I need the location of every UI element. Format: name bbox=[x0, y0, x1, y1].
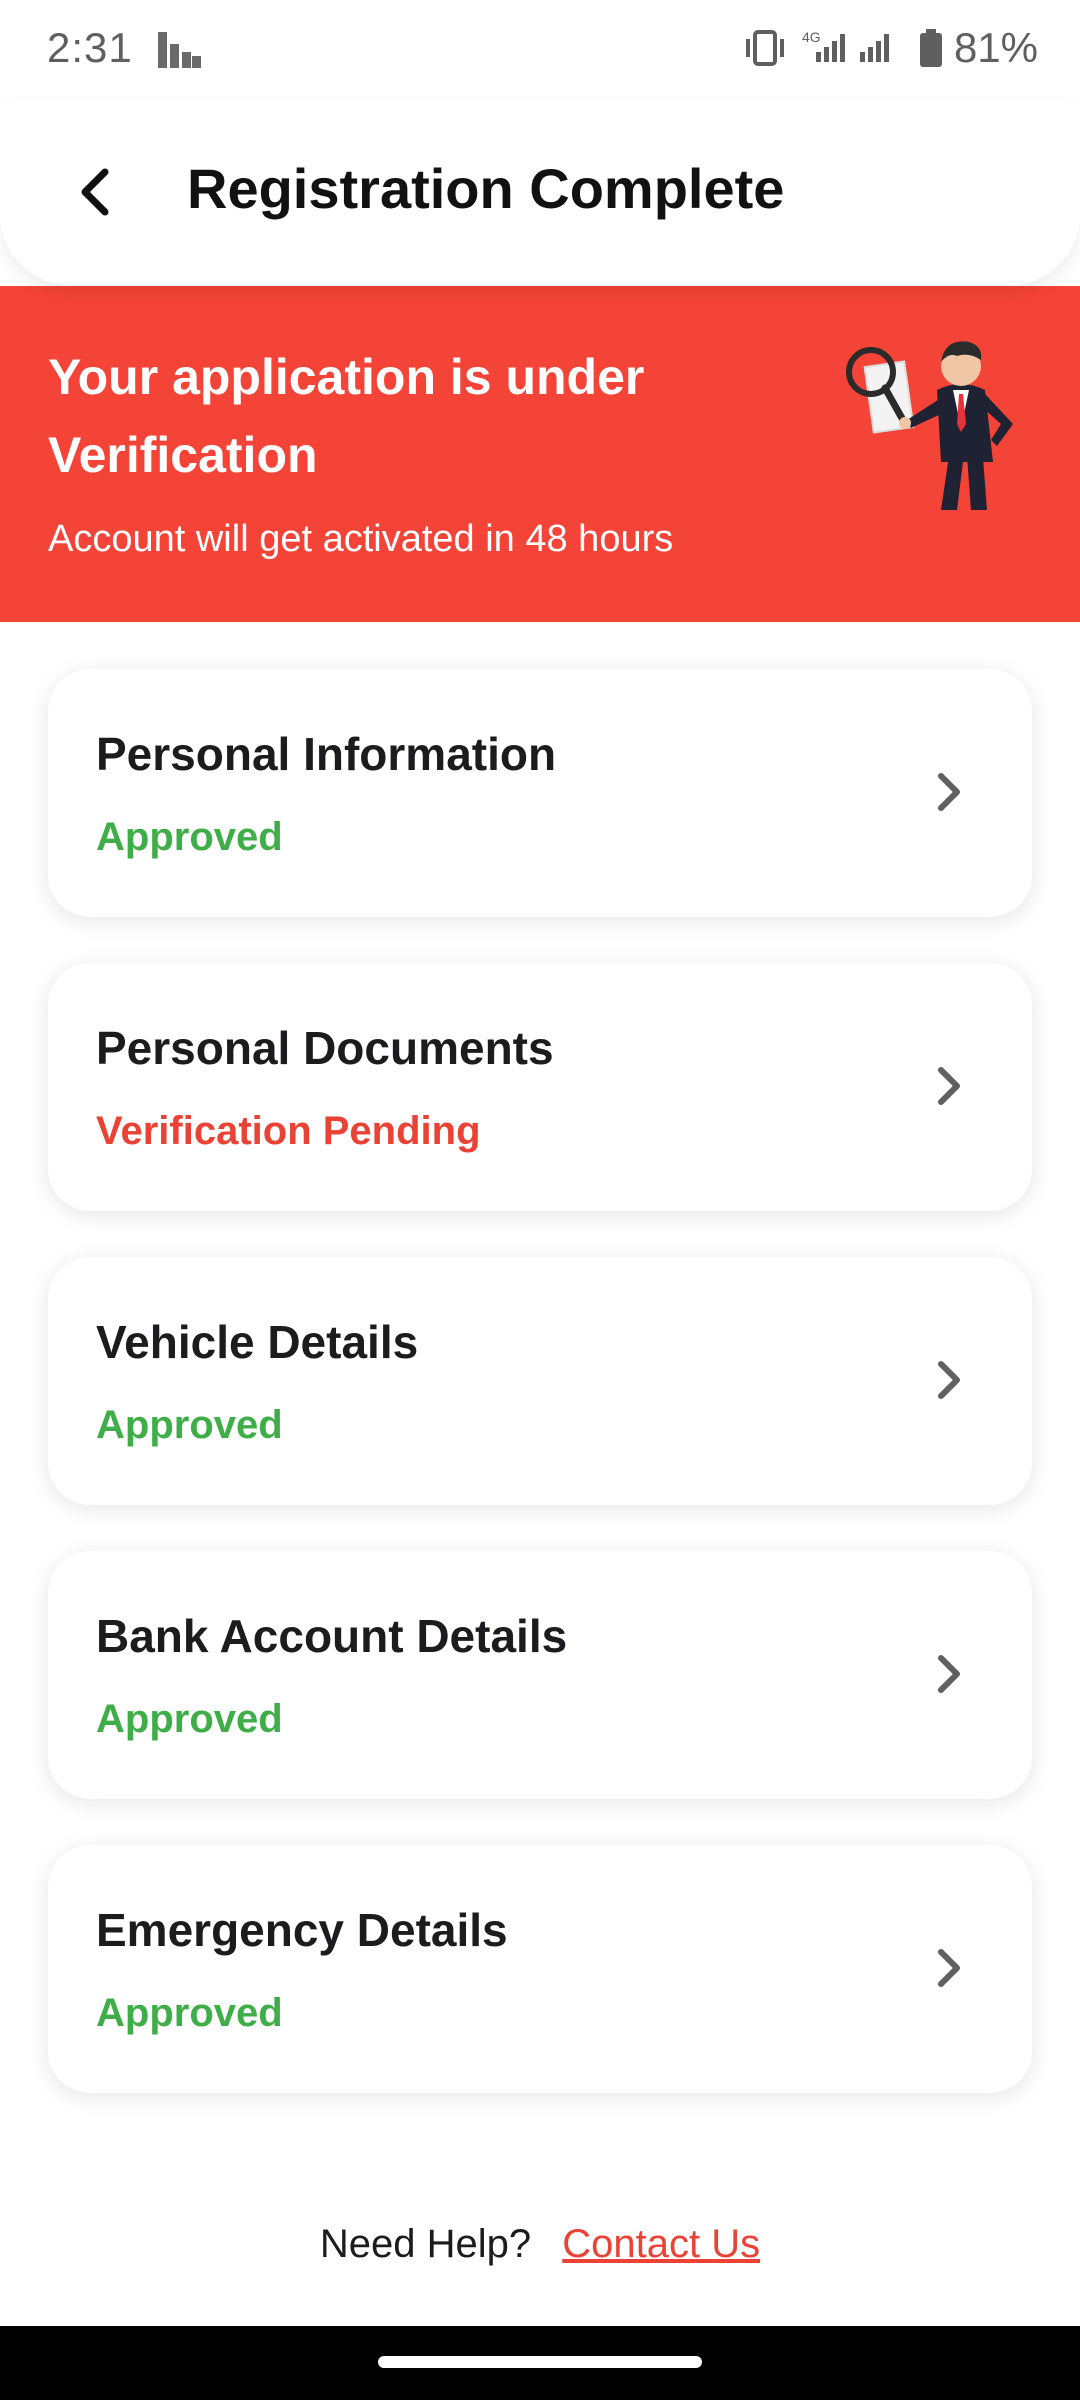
section-title: Emergency Details bbox=[96, 1904, 508, 1956]
chevron-right-icon bbox=[934, 769, 964, 820]
chevron-right-icon bbox=[934, 1651, 964, 1702]
status-label: Approved bbox=[96, 815, 283, 859]
banner-subtitle: Account will get activated in 48 hours bbox=[48, 518, 674, 560]
section-title: Vehicle Details bbox=[96, 1316, 419, 1368]
section-title: Personal Documents bbox=[96, 1022, 554, 1074]
status-label: Approved bbox=[96, 1991, 283, 2035]
status-bar: 2:31 4G 81% bbox=[0, 0, 1080, 100]
section-card-emergency-details[interactable]: Emergency Details Approved bbox=[48, 1845, 1032, 2093]
status-label: Verification Pending bbox=[96, 1109, 481, 1153]
section-card-personal-information[interactable]: Personal Information Approved bbox=[48, 669, 1032, 917]
network-type-label: 4G bbox=[802, 29, 821, 45]
status-label: Approved bbox=[96, 1697, 283, 1741]
home-indicator[interactable] bbox=[378, 2356, 702, 2368]
help-text: Need Help? bbox=[319, 2222, 532, 2266]
vibrate-icon bbox=[742, 26, 788, 70]
chevron-right-icon bbox=[934, 1945, 964, 1996]
chevron-right-icon bbox=[934, 1063, 964, 1114]
section-title: Personal Information bbox=[96, 728, 557, 780]
signal-icon: 4G bbox=[802, 26, 906, 70]
verification-banner: Your application is under Verification A… bbox=[0, 286, 1080, 622]
system-nav-bar bbox=[0, 2326, 1080, 2400]
battery-percent: 81% bbox=[953, 24, 1038, 71]
contact-us-link[interactable]: Contact Us bbox=[562, 2222, 760, 2266]
section-card-vehicle-details[interactable]: Vehicle Details Approved bbox=[48, 1257, 1032, 1505]
battery-icon bbox=[918, 26, 944, 70]
page-title: Registration Complete bbox=[187, 157, 785, 220]
status-time: 2:31 bbox=[47, 24, 133, 71]
back-arrow-icon bbox=[81, 168, 109, 216]
status-label: Approved bbox=[96, 1403, 283, 1447]
section-title: Bank Account Details bbox=[96, 1610, 568, 1662]
banner-title: Your application is under Verification bbox=[48, 349, 645, 483]
section-card-personal-documents[interactable]: Personal Documents Verification Pending bbox=[48, 963, 1032, 1211]
section-card-bank-account-details[interactable]: Bank Account Details Approved bbox=[48, 1551, 1032, 1799]
stats-icon bbox=[158, 30, 202, 75]
help-row: Need Help? Contact Us bbox=[0, 2222, 1080, 2267]
chevron-right-icon bbox=[934, 1357, 964, 1408]
businessman-magnifier-illustration bbox=[845, 328, 1035, 523]
status-right-icons: 4G 81% bbox=[742, 24, 1038, 72]
app-header: Registration Complete bbox=[0, 100, 1080, 285]
back-button[interactable] bbox=[60, 152, 130, 232]
